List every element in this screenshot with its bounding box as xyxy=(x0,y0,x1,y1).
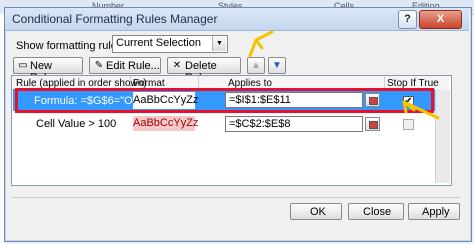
close-button[interactable]: Close xyxy=(348,203,404,220)
annotation-arrow-move-up xyxy=(248,30,274,58)
arrow-up-icon: ▲ xyxy=(251,60,261,71)
window-close-button[interactable]: X xyxy=(419,10,462,29)
delete-icon: ✕ xyxy=(172,60,182,71)
footer-divider xyxy=(11,197,460,198)
annotation-red-box xyxy=(15,88,434,113)
show-rules-select-value: Current Selection xyxy=(116,37,201,49)
annotation-arrow-stop-if-true xyxy=(402,100,440,120)
rule-2-format-preview: AaBbCcYyZz xyxy=(133,116,199,131)
apply-button[interactable]: Apply xyxy=(408,203,460,220)
new-rule-button[interactable]: ▭ New Rule... xyxy=(13,57,83,84)
delete-rule-button[interactable]: ✕ Delete Rule xyxy=(167,57,241,84)
edit-rule-label: Edit Rule... xyxy=(106,60,160,72)
new-rule-icon: ▭ xyxy=(18,60,28,71)
help-button[interactable]: ? xyxy=(398,10,417,29)
close-label: Close xyxy=(363,206,392,218)
ok-label: OK xyxy=(310,206,326,218)
arrow-down-icon: ▼ xyxy=(272,60,282,71)
rule-2-applies-to-value: =$C$2:$E$8 xyxy=(229,118,291,130)
edit-rule-icon: ✎ xyxy=(94,60,104,71)
rule-2-description: Cell Value > 100 xyxy=(36,118,117,130)
dialog-title: Conditional Formatting Rules Manager xyxy=(12,12,218,26)
ok-button[interactable]: OK xyxy=(290,203,342,220)
edit-rule-button[interactable]: ✎ Edit Rule... xyxy=(89,57,161,74)
apply-label: Apply xyxy=(422,206,450,218)
chevron-down-icon[interactable]: ▼ xyxy=(212,36,226,51)
range-picker-icon[interactable] xyxy=(365,117,380,131)
